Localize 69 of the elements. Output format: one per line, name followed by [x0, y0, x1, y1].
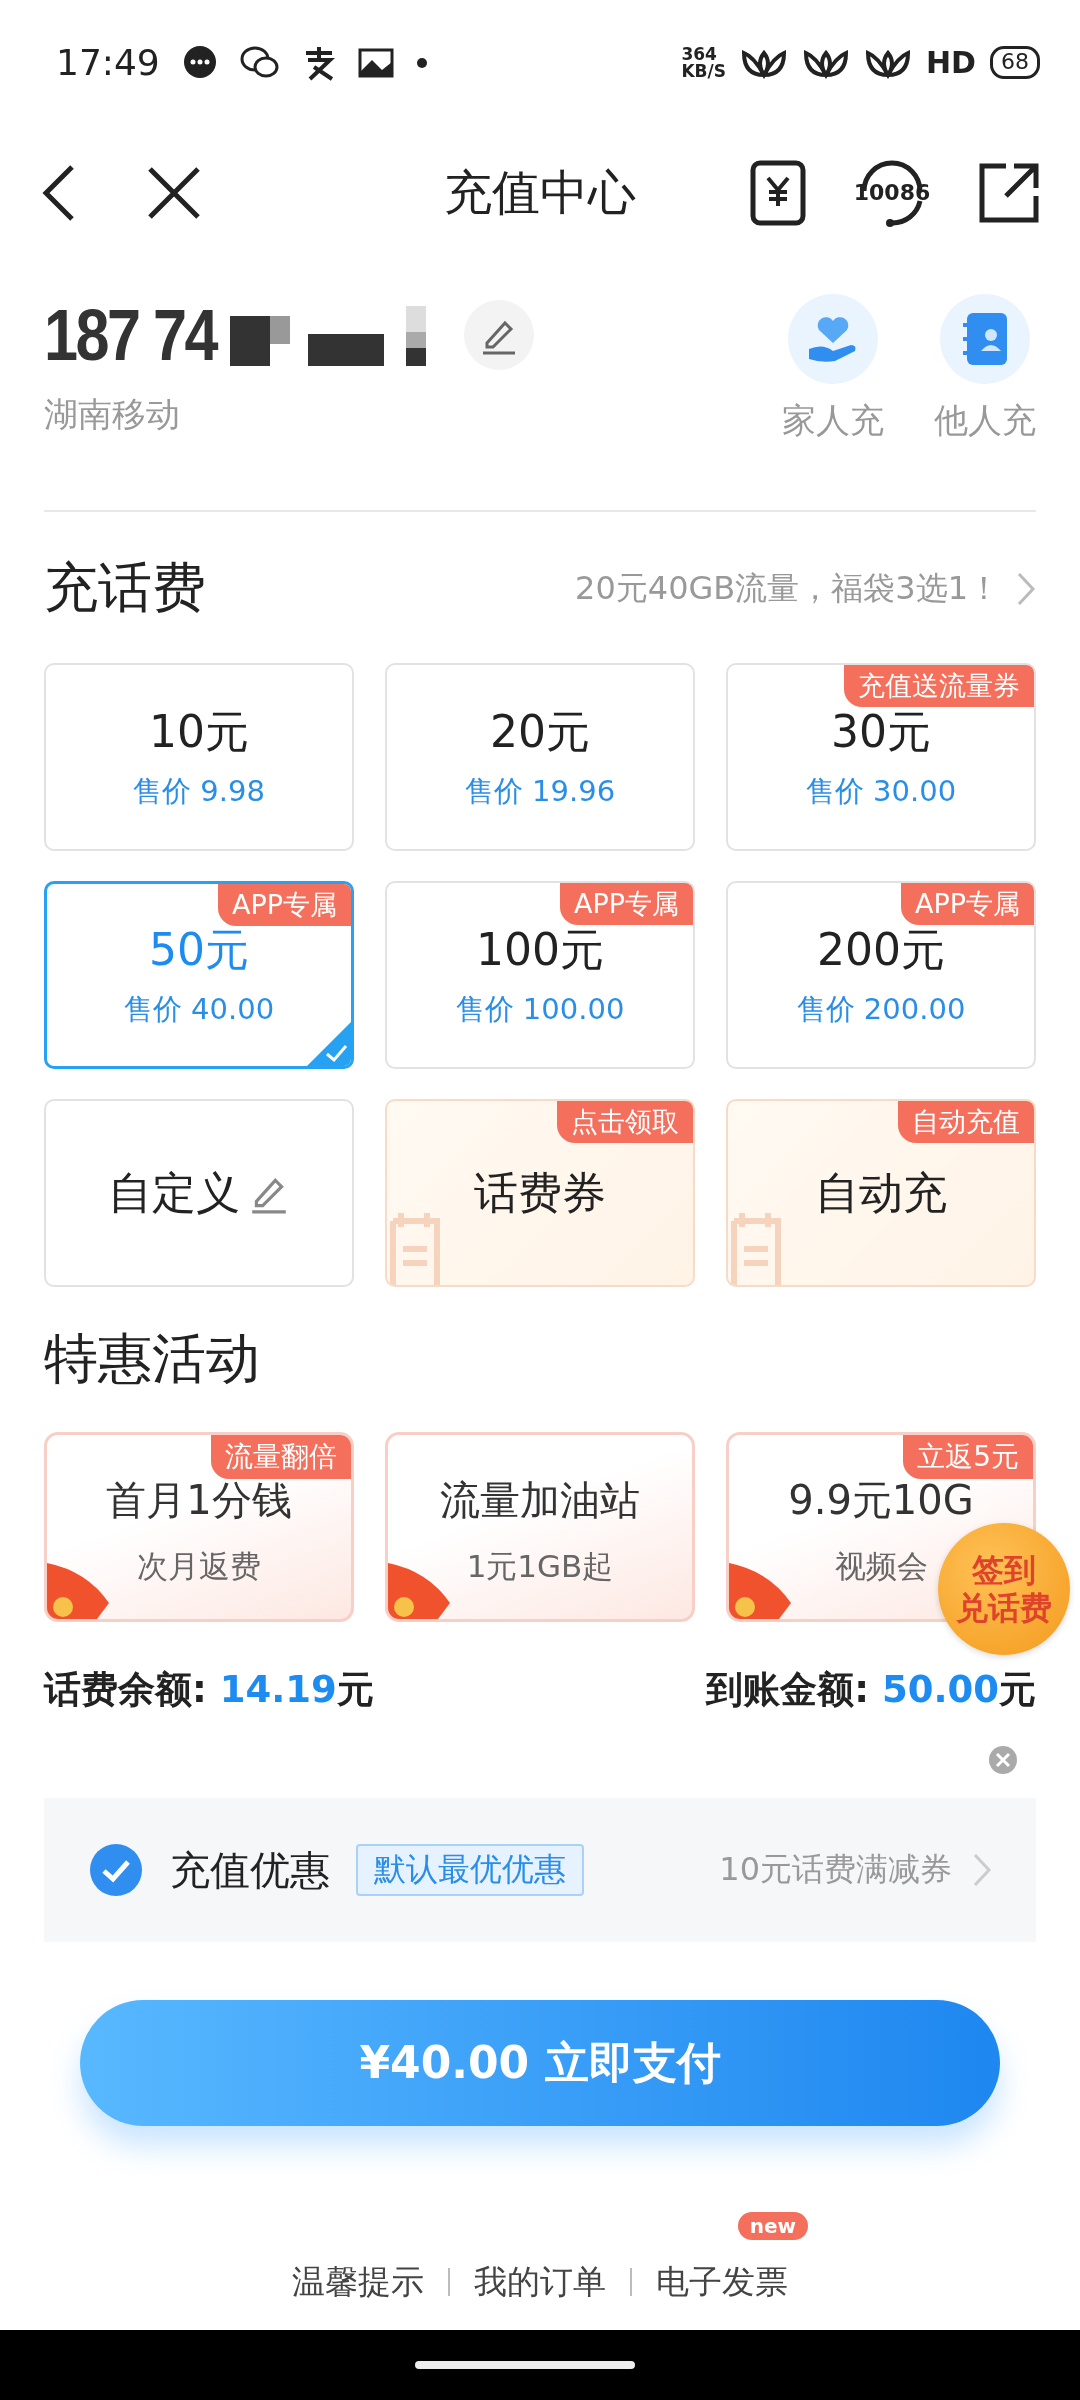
activity-title: 流量加油站: [440, 1476, 640, 1525]
footer-link[interactable]: 温馨提示: [292, 2261, 424, 2301]
contacts-book-icon[interactable]: [961, 311, 1009, 367]
speed-unit: KB/S: [681, 62, 726, 80]
promo-tag: APP专属: [900, 883, 1034, 925]
amount-text: 20元: [490, 704, 590, 759]
check-corner-icon: [307, 1022, 351, 1066]
chevron-right-icon: [1016, 570, 1036, 607]
price-text: 售价 9.98: [133, 772, 265, 810]
promo-tag: 立返5元: [903, 1435, 1033, 1479]
amount-option[interactable]: APP专属 100元 售价 100.00: [385, 881, 695, 1069]
bill-icon[interactable]: [750, 159, 806, 226]
share-icon[interactable]: [978, 161, 1040, 224]
promo-tag: 自动充值: [898, 1101, 1034, 1143]
battery-level: 68: [990, 46, 1040, 79]
activity-title: 首月1分钱: [106, 1476, 292, 1525]
promo-tag: 点击领取: [557, 1101, 693, 1143]
hd-label: HD: [926, 45, 976, 80]
check-circle-icon[interactable]: [88, 1842, 144, 1898]
dot-icon: [415, 56, 428, 69]
activity-subtitle: 1元1GB起: [466, 1547, 614, 1586]
clock-time: 17:49: [56, 42, 160, 83]
promo-tag: APP专属: [559, 883, 693, 925]
option-label: 自动充: [815, 1165, 947, 1220]
balance-text: 话费余额: 14.19元: [44, 1667, 374, 1713]
amount-text: 200元: [817, 922, 945, 977]
amount-text: 100元: [476, 922, 604, 977]
custom-amount-option[interactable]: 自定义: [44, 1099, 354, 1287]
footer-link[interactable]: 电子发票: [656, 2261, 788, 2301]
network-speed: 364: [681, 45, 718, 63]
carrier-name: 湖南移动: [44, 393, 181, 436]
close-icon[interactable]: [146, 164, 202, 221]
price-text: 售价 19.96: [464, 772, 616, 810]
option-label: 话费券: [474, 1165, 606, 1220]
amount-text: 30元: [831, 704, 931, 759]
page-title: 充值中心: [444, 162, 636, 222]
activity-card[interactable]: 流量加油站 1元1GB起: [385, 1432, 695, 1622]
price-text: 售价 30.00: [805, 772, 957, 810]
voucher-option[interactable]: 点击领取 话费券: [385, 1099, 695, 1287]
price-text: 售价 200.00: [796, 990, 966, 1028]
default-tag: 默认最优优惠: [356, 1844, 584, 1896]
voucher-option[interactable]: 自动充值 自动充: [726, 1099, 1036, 1287]
footer-link[interactable]: 我的订单: [474, 2261, 606, 2301]
badge-text: 签到: [972, 1550, 1036, 1589]
activity-subtitle: 视频会: [834, 1547, 928, 1586]
arrival-amount-text: 到账金额: 50.00元: [706, 1667, 1036, 1713]
activity-title: 9.9元10G: [788, 1476, 974, 1525]
amount-option[interactable]: 充值送流量券 30元 售价 30.00: [726, 663, 1036, 851]
amount-option[interactable]: 10元 售价 9.98: [44, 663, 354, 851]
chat-bubble-icon: [181, 44, 218, 81]
discount-label: 充值优惠: [170, 1845, 330, 1895]
image-icon: [357, 47, 394, 78]
amount-option[interactable]: APP专属 200元 售价 200.00: [726, 881, 1036, 1069]
back-icon[interactable]: [40, 162, 76, 223]
promo-tag: 流量翻倍: [211, 1435, 351, 1479]
option-label: 自定义: [108, 1165, 240, 1220]
new-badge: new: [737, 2211, 808, 2240]
chevron-right-icon: [972, 1852, 992, 1888]
price-text: 售价 40.00: [123, 990, 275, 1028]
phone-number: 187 74: [44, 294, 216, 376]
promo-tag: 充值送流量券: [844, 665, 1034, 707]
amount-option[interactable]: 20元 售价 19.96: [385, 663, 695, 851]
activity-card[interactable]: 流量翻倍 首月1分钱 次月返费: [44, 1432, 354, 1622]
amount-text: 10元: [149, 704, 249, 759]
section-title: 特惠活动: [44, 1326, 261, 1392]
promo-tag: APP专属: [217, 884, 351, 926]
section-title: 充话费: [44, 555, 206, 621]
price-text: 售价 100.00: [455, 990, 625, 1028]
activity-subtitle: 次月返费: [137, 1547, 261, 1586]
